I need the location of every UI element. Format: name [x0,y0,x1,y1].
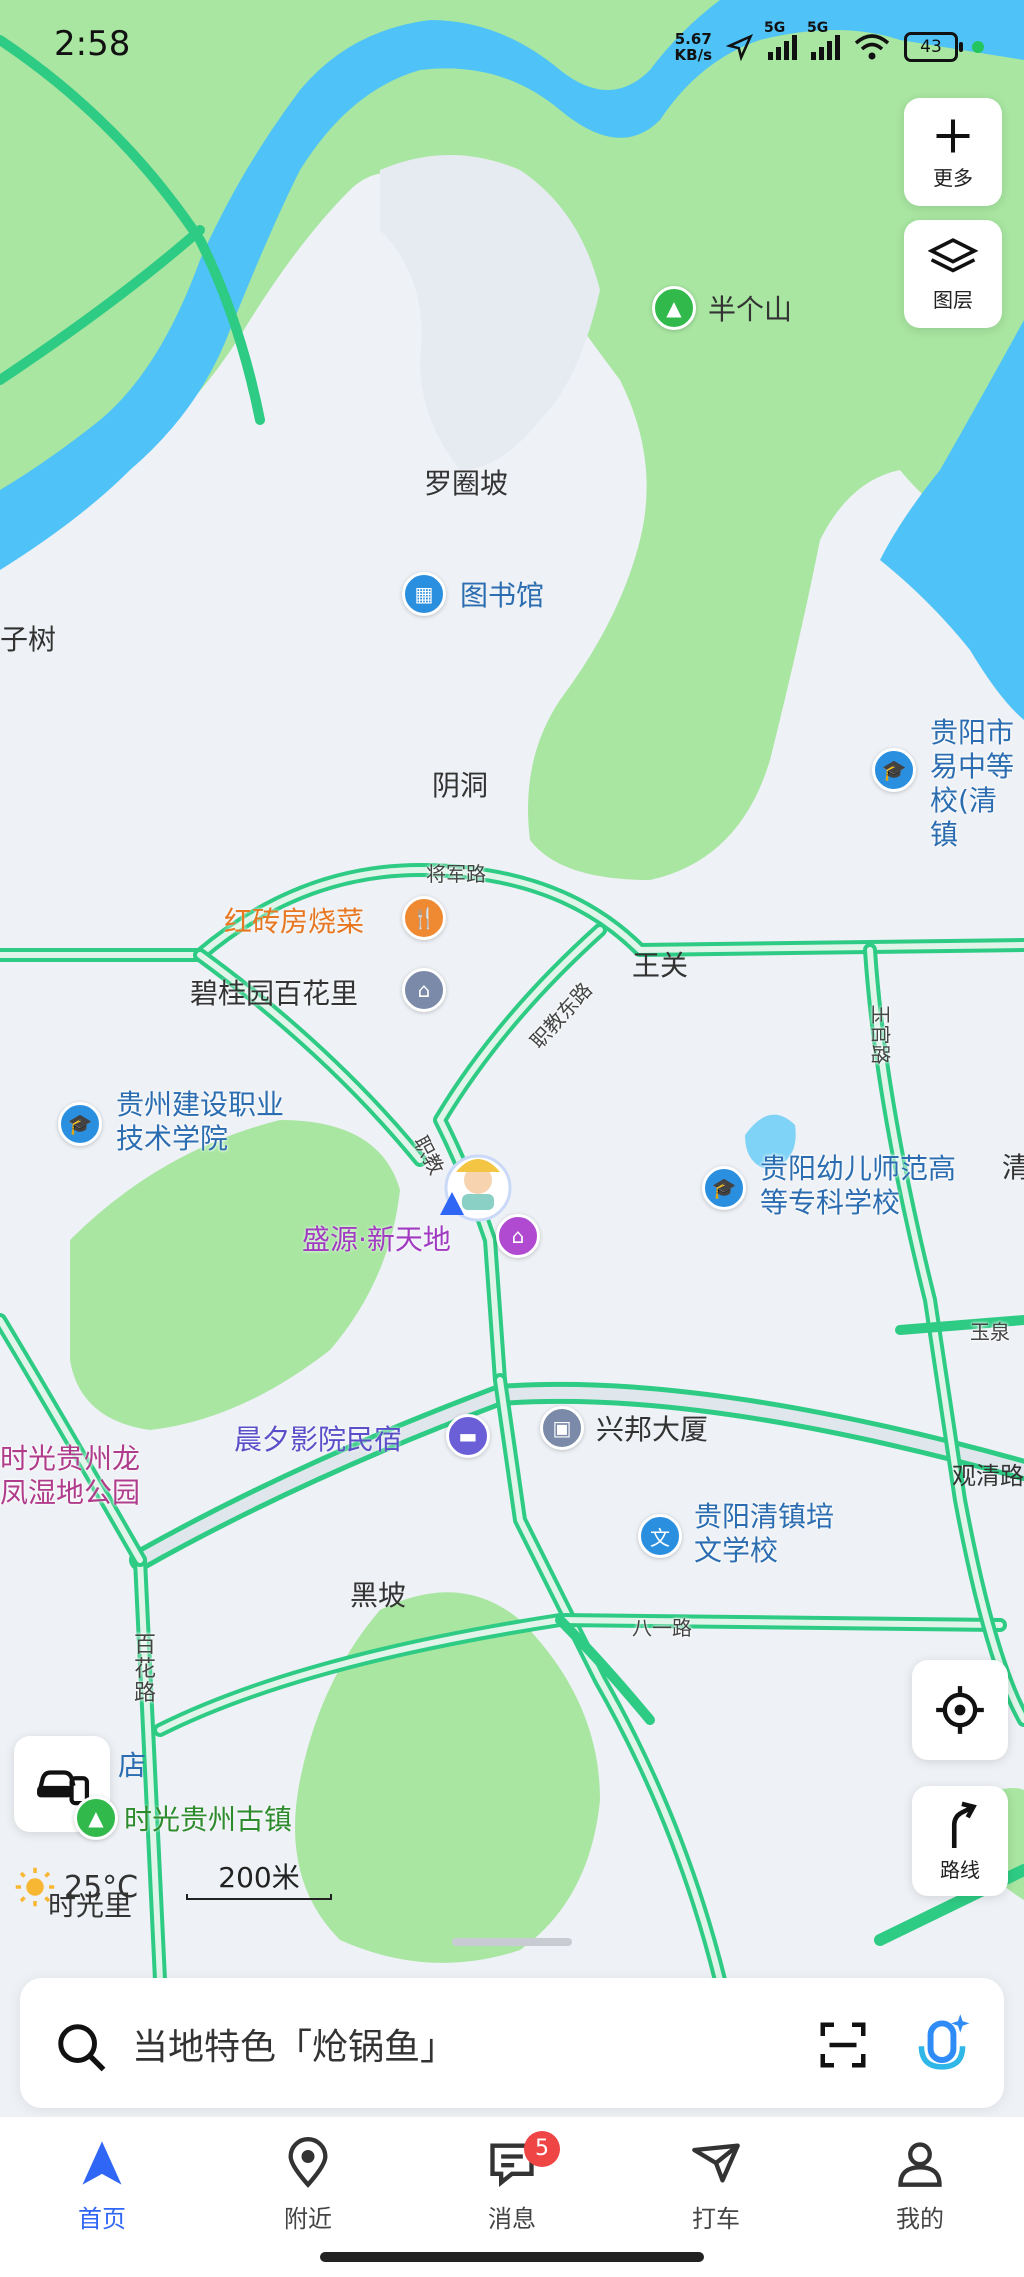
nav-item-nearby[interactable]: 附近 [248,2137,368,2234]
place-label-banshan[interactable]: 半个山 [708,288,792,328]
scan-icon[interactable] [816,2018,870,2072]
place-label-qing-edge[interactable]: 清 [1002,1146,1024,1186]
weather-widget[interactable]: 25°C [14,1862,138,1912]
scale-bar: 200米 [186,1856,332,1904]
road-label-yuquan: 玉泉 [970,1320,1010,1344]
place-label-xingbang[interactable]: 兴邦大厦 [596,1408,708,1448]
road-label-baihua: 百花路 [134,1633,157,1706]
place-label-yizhong[interactable]: 贵阳市易中等校(清镇 [930,716,1024,852]
layers-icon [928,237,978,272]
place-label-shiguang-park[interactable]: 时光贵州龙凤湿地公园 [0,1442,156,1510]
user-icon [898,2142,942,2187]
status-time: 2:58 [54,24,131,64]
voice-assistant-icon[interactable] [910,2008,974,2080]
nav-label-home: 首页 [78,2205,126,2233]
school-icon: 🎓 [58,1102,102,1146]
route-button[interactable]: 路线 [912,1786,1008,1896]
road-label-jiangjun: 将军路 [426,862,486,886]
place-label-heipo[interactable]: 黑坡 [350,1574,406,1614]
hotel-icon: ▬ [446,1414,490,1458]
privacy-dot [972,41,984,53]
locate-button[interactable] [912,1660,1008,1760]
place-label-biguiyuan[interactable]: 碧桂园百花里 [190,972,358,1012]
layers-label: 图层 [933,287,973,312]
shopping-icon: ⌂ [496,1214,540,1258]
nav-label-profile: 我的 [896,2205,944,2233]
place-label-guzhen[interactable]: 时光贵州古镇 [124,1798,292,1838]
plus-icon [936,119,970,152]
library-icon: ▦ [402,572,446,616]
nav-label-taxi: 打车 [692,2205,740,2233]
scenic-icon: ▲ [74,1796,118,1840]
search-input[interactable]: 当地特色「炝锅鱼」 [132,2018,456,2070]
road-label-yuguan: 玉官路 [868,1004,893,1065]
place-label-shengyuan[interactable]: 盛源·新天地 [302,1218,451,1258]
place-label-peiwen[interactable]: 贵阳清镇培文学校 [694,1500,834,1568]
message-badge: 5 [524,2131,560,2167]
place-label-jianshe[interactable]: 贵州建设职业技术学院 [116,1088,284,1156]
school-icon: 🎓 [702,1166,746,1210]
place-label-chenxi[interactable]: 晨夕影院民宿 [234,1418,402,1458]
place-label-library[interactable]: 图书馆 [460,574,544,614]
road-label-guanqing: 观清路 [952,1462,1024,1490]
place-label-hongzhuan[interactable]: 红砖房烧菜 [224,900,364,940]
arrow-icon [82,2141,122,2185]
mountain-icon: ▲ [652,286,696,330]
nav-item-messages[interactable]: 5 消息 [452,2131,572,2234]
restaurant-icon: 🍴 [402,896,446,940]
scale-label: 200米 [218,1861,300,1894]
school-icon: 文 [638,1514,682,1558]
temperature: 25°C [64,1869,139,1905]
location-pin-icon [288,2137,328,2188]
more-button[interactable]: 更多 [904,98,1002,206]
navigation-icon [726,33,754,61]
status-bar: 2:58 5.67 KB/s 5G 5G 43 [0,0,1024,96]
school-icon: 🎓 [872,748,916,792]
place-label-luoquanpo[interactable]: 罗圈坡 [424,462,508,502]
route-label: 路线 [940,1857,980,1882]
place-label-dian[interactable]: 店 [118,1744,146,1784]
nav-item-taxi[interactable]: 打车 [656,2137,776,2234]
taxi-icon [692,2143,740,2183]
wifi-icon [854,34,890,60]
home-indicator [320,2252,704,2262]
sun-icon [15,1867,55,1907]
search-icon [58,2024,106,2072]
crosshair-icon [936,1686,984,1734]
search-bar[interactable]: 当地特色「炝锅鱼」 [20,1978,1004,2108]
signal-icon: 5G [764,20,797,60]
residence-icon: ⌂ [402,968,446,1012]
nav-label-nearby: 附近 [284,2205,332,2233]
place-label-wangguan[interactable]: 王关 [632,944,688,984]
battery-icon: 43 [904,32,963,62]
place-label-yindong[interactable]: 阴洞 [432,764,488,804]
road-label-bayi: 八一路 [632,1616,692,1640]
nav-item-profile[interactable]: 我的 [860,2137,980,2234]
layers-button[interactable]: 图层 [904,220,1002,328]
route-icon [951,1801,977,1848]
place-label-zishu[interactable]: 子树 [0,618,56,658]
more-label: 更多 [933,165,973,190]
place-label-youer[interactable]: 贵阳幼儿师范高等专科学校 [760,1152,964,1220]
signal-icon: 5G [807,20,840,60]
status-icons: 5.67 KB/s 5G 5G 43 [674,20,984,68]
drag-handle[interactable] [452,1938,572,1946]
building-icon: ▣ [540,1406,584,1450]
network-speed: 5.67 KB/s [674,30,712,64]
nav-label-messages: 消息 [488,2205,536,2233]
nav-item-home[interactable]: 首页 [42,2137,162,2234]
